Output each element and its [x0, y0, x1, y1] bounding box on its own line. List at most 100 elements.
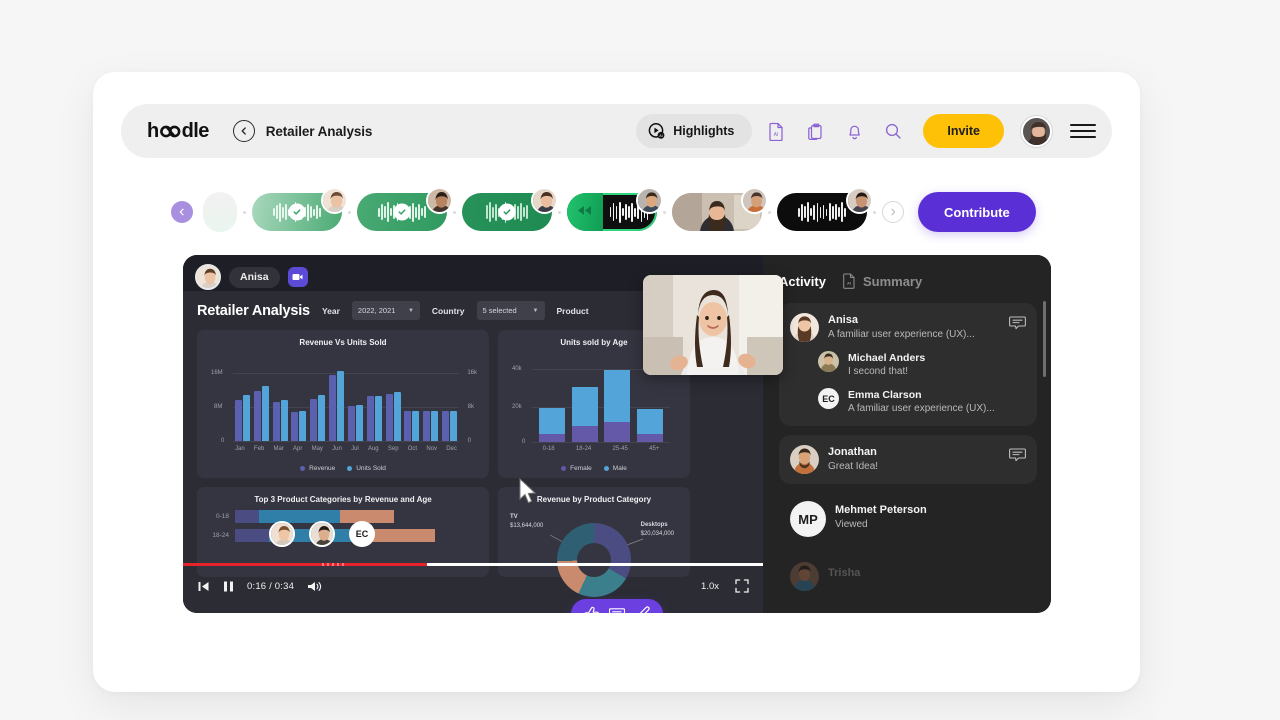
clip-approved-check-icon [393, 203, 411, 221]
y-tick-right: 8k [467, 404, 474, 410]
fullscreen-icon[interactable] [735, 579, 749, 593]
comment-icon[interactable] [608, 607, 625, 613]
hbar-label: 18-24 [212, 532, 229, 539]
reaction-avatar [309, 521, 335, 547]
activity-avatar [790, 445, 819, 475]
reaction-avatars: EC [269, 521, 375, 547]
timeline-prev-button[interactable] [171, 201, 193, 223]
activity-text-block: Anisa A familiar user experience (UX)... [828, 313, 975, 342]
pie-chart: TV $13,644,000 Desktops $20,034,000 [508, 509, 680, 597]
invite-button[interactable]: Invite [923, 114, 1004, 148]
video-player: Anisa Retailer Analysis Year 2022, 2021 … [183, 255, 1051, 613]
chevron-right-icon [891, 208, 896, 216]
comment-icon[interactable] [1009, 447, 1026, 467]
timeline-clip-video[interactable] [672, 187, 768, 231]
legend-label: Units Sold [356, 465, 386, 472]
pencil-icon[interactable] [634, 606, 650, 613]
thumbs-up-icon[interactable] [584, 606, 600, 613]
contribute-button[interactable]: Contribute [918, 192, 1036, 232]
reaction-action-pill [571, 599, 663, 613]
search-icon[interactable] [878, 116, 908, 146]
highlights-button[interactable]: AI Highlights [636, 114, 753, 148]
clip-avatar [636, 187, 663, 214]
activity-author: Michael Anders [848, 352, 926, 364]
y-tick-right: 16k [467, 370, 477, 376]
camera-on-icon[interactable] [287, 267, 308, 287]
bell-icon[interactable] [839, 116, 869, 146]
time-display: 0:16 / 0:34 [247, 580, 295, 592]
legend-label: Female [570, 465, 592, 472]
y-tick-right: 0 [467, 438, 471, 444]
activity-thread[interactable]: Jonathan Great Idea! [779, 435, 1037, 485]
legend-label: Revenue [309, 465, 336, 472]
timeline-ghost-clip [203, 192, 237, 232]
playback-speed-button[interactable]: 1.0x [701, 581, 719, 592]
controls-right: 1.0x [701, 579, 749, 593]
timeline-clip-audio-black[interactable] [777, 187, 873, 231]
reaction-avatar [269, 521, 295, 547]
activity-text-block: Jonathan Great Idea! [828, 445, 878, 474]
logo-text-dle: dle [181, 119, 210, 142]
clipboard-icon[interactable] [800, 116, 830, 146]
activity-tabs: Activity AI Summary [779, 273, 1037, 289]
timeline-separator-dot [558, 210, 561, 214]
x-tick: 25-45 [612, 446, 628, 452]
activity-message: A familiar user experience (UX)... [848, 403, 995, 415]
reaction-avatar-initials: EC [349, 521, 375, 547]
pause-icon[interactable] [223, 580, 234, 593]
tab-summary[interactable]: AI Summary [842, 273, 922, 289]
hamburger-menu-icon[interactable] [1070, 118, 1096, 144]
rewind-icon [576, 203, 593, 221]
back-button[interactable] [232, 120, 255, 142]
y-tick: 0 [221, 438, 225, 444]
timeline-next-button[interactable] [882, 201, 904, 223]
timeline-clip-audio-2[interactable] [357, 187, 453, 231]
y-tick: 40k [512, 366, 522, 372]
activity-thread[interactable]: Trisha [779, 554, 1037, 599]
clip-avatar [321, 187, 348, 214]
waveform [798, 201, 846, 223]
activity-thread[interactable]: MP Mehmet Peterson Viewed [779, 493, 1037, 545]
ai-play-icon: AI [648, 123, 665, 139]
timeline-clip-audio-1[interactable] [252, 187, 348, 231]
activity-message: Great Idea! [828, 461, 879, 473]
tab-activity[interactable]: Activity [779, 274, 826, 289]
clip-avatar [531, 187, 558, 214]
volume-icon[interactable] [307, 580, 323, 593]
x-tick: May [311, 446, 323, 452]
skip-previous-icon[interactable] [197, 580, 210, 593]
timeline-separator-dot [348, 210, 351, 214]
picture-in-picture-video[interactable] [643, 275, 783, 375]
timeline-separator-dot [453, 210, 456, 214]
activity-item: Jonathan Great Idea! [790, 445, 1026, 475]
seek-bar[interactable] [183, 563, 763, 566]
clip-avatar [426, 187, 453, 214]
activity-text-block: Mehmet Peterson Viewed [835, 501, 927, 532]
activity-item: EC Emma Clarson A familiar user experien… [818, 388, 1026, 416]
filter-select-year[interactable]: 2022, 2021 ▼ [351, 301, 420, 320]
comment-icon[interactable] [1009, 315, 1026, 335]
y-tick: 0 [522, 439, 526, 445]
screenshot-root: h dle Retailer Analysis AI Highlights AI… [0, 0, 1280, 720]
timeline-clip-audio-active[interactable] [567, 187, 663, 231]
tab-summary-label: Summary [862, 273, 923, 289]
speaker-name-label: Anisa [229, 266, 280, 288]
activity-scrollbar[interactable] [1043, 301, 1046, 377]
activity-thread[interactable]: Anisa A familiar user experience (UX)... [779, 303, 1037, 427]
chart-legend: Revenue Units Sold [207, 465, 479, 472]
highlights-label: Highlights [673, 124, 735, 138]
player-controls: 0:16 / 0:34 1.0x [183, 563, 763, 613]
filter-select-country[interactable]: 5 selected ▼ [476, 301, 545, 320]
filter-label-year: Year [321, 305, 340, 316]
chart-title: Top 3 Product Categories by Revenue and … [254, 495, 432, 504]
ai-document-icon[interactable]: AI [761, 116, 791, 146]
hbar-label: 0-18 [215, 513, 229, 520]
svg-text:AI: AI [847, 281, 851, 286]
timeline-clip-audio-3[interactable] [462, 187, 558, 231]
chevron-down-icon: ▼ [407, 307, 414, 314]
activity-author: Trisha [828, 567, 861, 580]
activity-author: Emma Clarson [848, 389, 922, 402]
user-avatar[interactable] [1021, 115, 1052, 147]
hoodle-logo[interactable]: h dle [147, 120, 209, 143]
player-video-area[interactable]: Anisa Retailer Analysis Year 2022, 2021 … [183, 255, 783, 613]
